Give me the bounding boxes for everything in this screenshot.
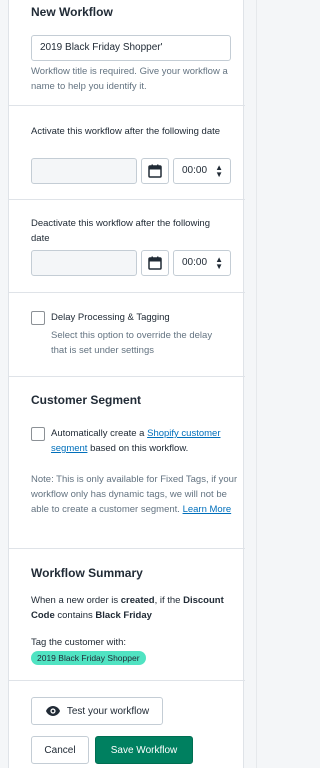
learn-more-link[interactable]: Learn More (183, 504, 232, 515)
auto-segment-label: Automatically create a Shopify customer … (51, 426, 221, 456)
segment-note: Note: This is only available for Fixed T… (31, 472, 239, 517)
activate-calendar-button[interactable] (141, 158, 169, 184)
deactivate-label: Deactivate this workflow after the follo… (31, 218, 210, 244)
deactivate-time-select[interactable]: 00:00 ▲ ▼ (173, 250, 231, 276)
summary-when-pre: When a new order is (31, 595, 121, 606)
tag-label: Tag the customer with: (31, 637, 127, 648)
deactivate-date-input[interactable] (31, 250, 137, 276)
activate-date-input[interactable] (31, 158, 137, 184)
activate-label: Activate this workflow after the followi… (31, 126, 221, 137)
calendar-icon (148, 164, 162, 178)
auto-segment-checkbox[interactable] (31, 427, 45, 441)
deactivate-time-value: 00:00 (182, 257, 208, 268)
title-help-text: Workflow title is required. Give your wo… (31, 66, 228, 92)
test-workflow-label: Test your workflow (66, 705, 150, 717)
delay-section: Delay Processing & Tagging Select this o… (9, 293, 245, 377)
section-title-workflow-summary: Workflow Summary (31, 566, 143, 580)
cancel-button[interactable]: Cancel (31, 736, 89, 764)
summary-event: created (120, 595, 155, 606)
summary-when-mid: , if the (154, 595, 184, 606)
page-background-strip (256, 0, 264, 768)
deactivate-section: Deactivate this workflow after the follo… (9, 200, 245, 293)
auto-segment-text-post: based on this workflow. (87, 443, 189, 454)
workflow-summary-section: Workflow Summary When a new order is cre… (9, 549, 245, 681)
workflow-panel: New Workflow 2019 Black Friday Shopper' … (8, 0, 245, 768)
calendar-icon (148, 256, 162, 270)
summary-operator: contains (54, 610, 96, 621)
section-title-customer-segment: Customer Segment (31, 393, 142, 407)
deactivate-calendar-button[interactable] (141, 250, 169, 276)
save-workflow-button[interactable]: Save Workflow (95, 736, 193, 764)
auto-segment-text-pre: Automatically create a (51, 428, 148, 439)
activate-time-select[interactable]: 00:00 ▲ ▼ (173, 158, 231, 184)
activate-section: Activate this workflow after the followi… (9, 106, 245, 200)
eye-icon (45, 706, 60, 716)
customer-segment-section: Customer Segment Automatically create a … (9, 377, 245, 549)
summary-description: When a new order is created, if the Disc… (31, 593, 231, 623)
delay-processing-checkbox[interactable] (31, 311, 45, 325)
customer-tag-badge: 2019 Black Friday Shopper (31, 651, 146, 665)
summary-value: Black Friday (95, 610, 152, 621)
workflow-title-input[interactable]: 2019 Black Friday Shopper' (31, 35, 231, 61)
section-title-new-workflow: New Workflow (31, 5, 113, 19)
select-arrows-icon: ▲ ▼ (215, 255, 223, 271)
title-section: New Workflow 2019 Black Friday Shopper' … (9, 0, 245, 106)
test-workflow-button[interactable]: Test your workflow (31, 697, 163, 725)
delay-label: Delay Processing & Tagging (51, 312, 170, 323)
select-arrows-icon: ▲ ▼ (215, 163, 223, 179)
delay-help-text: Select this option to override the delay… (51, 330, 213, 356)
activate-time-value: 00:00 (182, 165, 208, 176)
